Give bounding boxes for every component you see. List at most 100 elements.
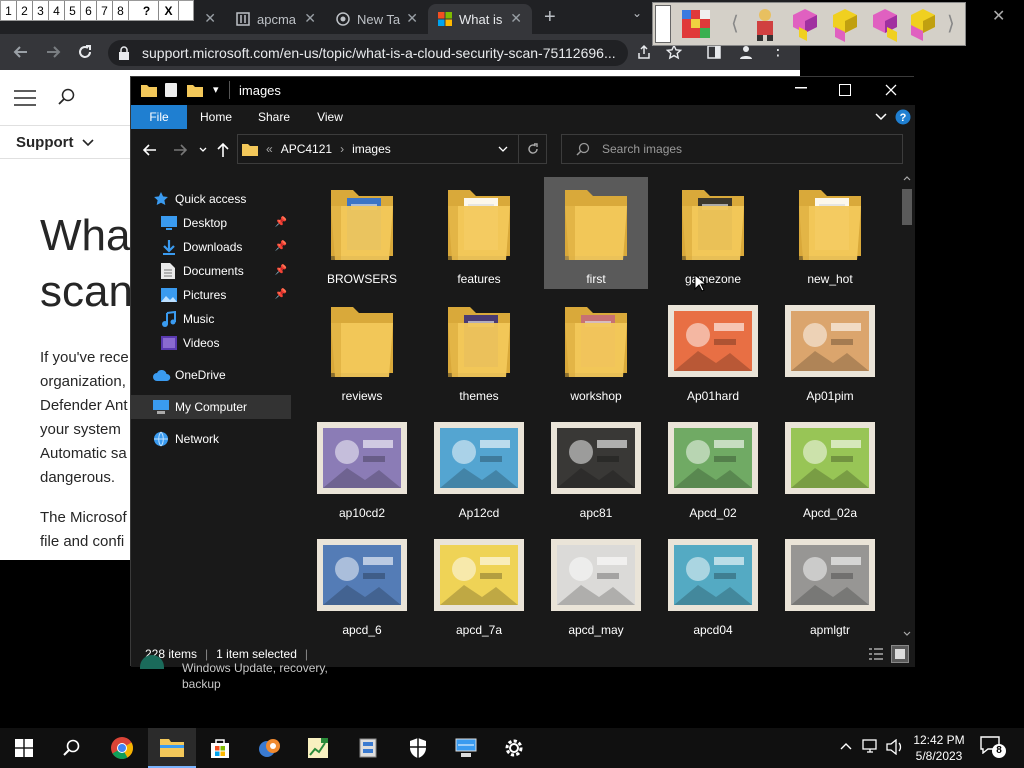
vertical-scrollbar[interactable]	[899, 171, 915, 641]
gallery-cell[interactable]: 3	[33, 1, 49, 20]
folder-item[interactable]: gamezone	[661, 177, 765, 289]
folder-item[interactable]: BROWSERS	[310, 177, 414, 289]
image-file-item[interactable]: apcd_7a	[427, 528, 531, 640]
tab-share[interactable]: Share	[249, 105, 299, 129]
address-history-chevron-icon[interactable]	[498, 146, 508, 153]
image-file-item[interactable]: Apcd_02	[661, 411, 765, 523]
new-folder-icon[interactable]	[187, 83, 203, 97]
taskbar-app-network[interactable]	[442, 728, 490, 768]
image-file-item[interactable]: Ap01pim	[778, 294, 882, 406]
start-button[interactable]	[0, 728, 48, 768]
close-tab-icon[interactable]: ✕	[204, 10, 216, 27]
search-icon[interactable]	[58, 88, 76, 106]
properties-icon[interactable]	[165, 83, 177, 97]
pin-icon[interactable]: 📌	[275, 217, 287, 228]
folder-item[interactable]: features	[427, 177, 531, 289]
pin-icon[interactable]: 📌	[275, 289, 287, 300]
taskbar-chrome[interactable]	[98, 728, 146, 768]
folder-item[interactable]: themes	[427, 294, 531, 406]
tab-search-chevron-icon[interactable]: ⌄	[632, 6, 642, 20]
close-tab-icon[interactable]: ✕	[510, 10, 522, 27]
search-images-input[interactable]: Search images	[561, 134, 903, 164]
cube-stack-icon[interactable]	[907, 7, 939, 43]
cube-stack-icon[interactable]	[789, 7, 821, 43]
quick-access-toolbar-chevron-icon[interactable]: ▾	[213, 83, 219, 96]
scroll-up-icon[interactable]	[903, 175, 911, 181]
up-arrow-icon[interactable]	[217, 142, 229, 158]
search-button[interactable]	[48, 728, 96, 768]
folder-item[interactable]: new_hot	[778, 177, 882, 289]
expand-ribbon-chevron-icon[interactable]	[875, 113, 887, 121]
nav-item-my-computer[interactable]: My Computer	[131, 395, 291, 419]
hamburger-menu-icon[interactable]	[14, 90, 36, 106]
large-icons-view-button[interactable]	[891, 645, 909, 663]
taskbar-app-paint[interactable]	[246, 728, 294, 768]
forward-arrow-icon[interactable]	[44, 43, 62, 61]
image-file-item[interactable]: apmlgtr	[778, 528, 882, 640]
gallery-cell[interactable]: 4	[49, 1, 65, 20]
support-menu-label[interactable]: Support	[16, 134, 74, 151]
image-file-item[interactable]: apcd_may	[544, 528, 648, 640]
taskbar-app-cabinet[interactable]	[344, 728, 392, 768]
gallery-close-button[interactable]: X	[159, 1, 179, 20]
breadcrumb-item[interactable]: APC4121	[281, 142, 332, 156]
show-hidden-icons-chevron-icon[interactable]	[840, 742, 852, 750]
explorer-title-bar[interactable]: ▾ images	[131, 77, 915, 105]
taskbar-app-chart[interactable]	[294, 728, 342, 768]
recent-locations-chevron-icon[interactable]	[199, 147, 207, 153]
taskbar-settings[interactable]	[490, 728, 538, 768]
side-panel-icon[interactable]	[706, 44, 722, 60]
pin-icon[interactable]: 📌	[275, 265, 287, 276]
reload-icon[interactable]	[76, 43, 94, 61]
nav-item-network[interactable]: Network	[131, 427, 291, 451]
cube-stack-icon[interactable]	[829, 7, 861, 43]
taskbar-clock[interactable]: 12:42 PM 5/8/2023	[906, 732, 972, 764]
close-tab-icon[interactable]: ✕	[406, 10, 418, 27]
scroll-down-icon[interactable]	[903, 631, 911, 637]
gallery-cell[interactable]: 1	[1, 1, 17, 20]
image-file-item[interactable]: Ap12cd	[427, 411, 531, 523]
bookmark-star-icon[interactable]	[666, 44, 682, 60]
browser-tab-active[interactable]: What is ✕	[428, 4, 532, 34]
pin-icon[interactable]: 📌	[275, 241, 287, 252]
new-tab-button[interactable]: +	[544, 6, 556, 29]
nav-item-downloads[interactable]: Downloads 📌	[131, 235, 291, 259]
image-file-item[interactable]: Apcd_02a	[778, 411, 882, 523]
nav-item-onedrive[interactable]: OneDrive	[131, 363, 291, 387]
nav-item-pictures[interactable]: Pictures 📌	[131, 283, 291, 307]
browser-tab[interactable]: apcma ✕	[226, 4, 326, 34]
scrollbar-thumb[interactable]	[902, 189, 912, 225]
tab-file[interactable]: File	[131, 105, 187, 129]
action-center-button[interactable]: 8	[980, 736, 1006, 760]
image-file-item[interactable]: Ap01hard	[661, 294, 765, 406]
taskbar-store[interactable]	[196, 728, 244, 768]
breadcrumb-separator-icon[interactable]: ›	[340, 142, 344, 156]
back-arrow-icon[interactable]	[12, 43, 30, 61]
profile-icon[interactable]	[738, 44, 754, 60]
gallery-cell[interactable]: 7	[97, 1, 113, 20]
details-view-icon[interactable]	[869, 647, 883, 661]
network-status-icon[interactable]	[862, 739, 880, 755]
tab-view[interactable]: View	[305, 105, 355, 129]
volume-icon[interactable]	[886, 739, 904, 755]
gallery-cell[interactable]: 5	[65, 1, 81, 20]
nav-item-music[interactable]: Music	[131, 307, 291, 331]
help-icon[interactable]: ?	[895, 109, 911, 125]
image-file-item[interactable]: apcd_6	[310, 528, 414, 640]
back-arrow-icon[interactable]	[143, 143, 157, 157]
nav-item-quick-access[interactable]: Quick access	[131, 187, 291, 211]
cube-stack-icon[interactable]	[869, 7, 901, 43]
refresh-icon[interactable]	[526, 142, 540, 156]
gallery-cell[interactable]: 6	[81, 1, 97, 20]
scroll-left-icon[interactable]: ⟨	[731, 11, 739, 36]
breadcrumb-overflow[interactable]: «	[266, 142, 273, 156]
gallery-cell[interactable]: 8	[113, 1, 129, 20]
maximize-icon[interactable]	[839, 84, 851, 96]
explorer-address-bar[interactable]: « APC4121 › images	[237, 134, 547, 164]
folder-item[interactable]: reviews	[310, 294, 414, 406]
minimize-icon[interactable]	[795, 87, 807, 89]
close-tab-icon[interactable]: ✕	[304, 10, 316, 27]
image-file-item[interactable]: apc81	[544, 411, 648, 523]
chevron-down-icon[interactable]	[82, 139, 94, 147]
taskbar-app-security[interactable]	[394, 728, 442, 768]
